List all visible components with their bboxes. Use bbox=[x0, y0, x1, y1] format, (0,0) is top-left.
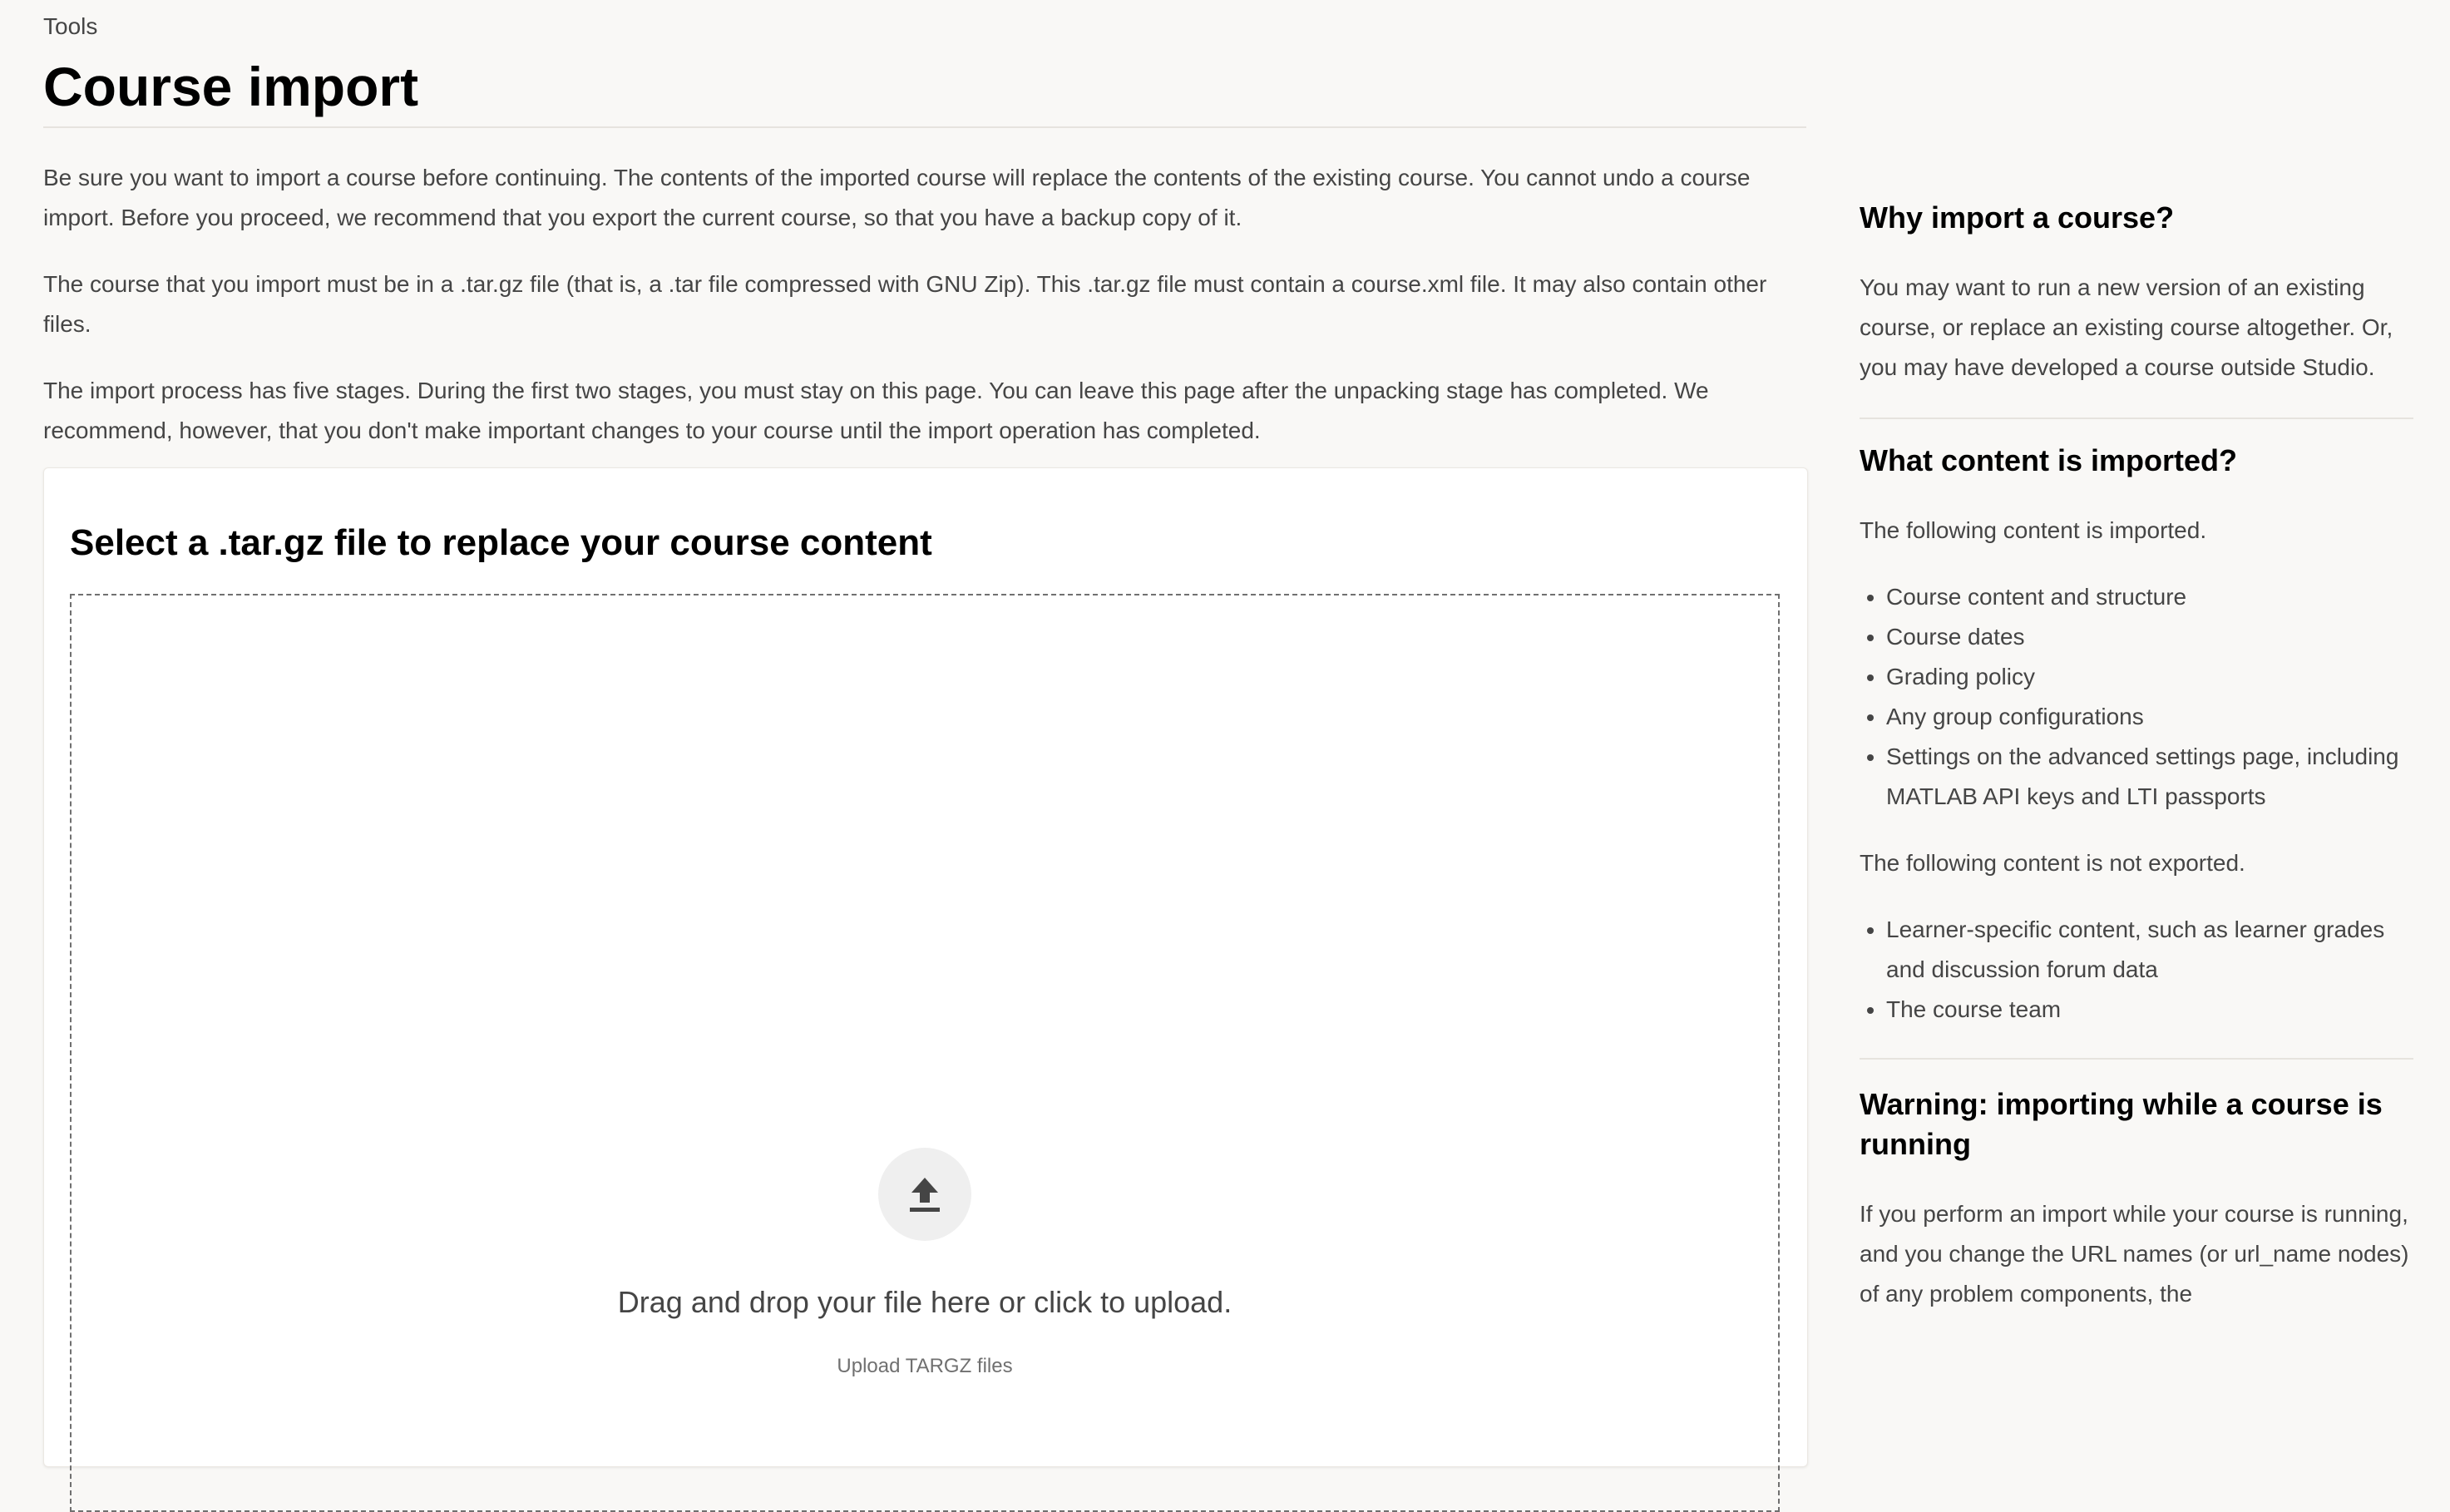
what-imported-heading: What content is imported? bbox=[1860, 443, 2237, 477]
main-content: Tools Course import Be sure you want to … bbox=[43, 0, 1808, 1512]
list-item: Course dates bbox=[1886, 617, 2413, 657]
why-import-text: You may want to run a new version of an … bbox=[1860, 274, 2393, 380]
page-title: Course import bbox=[43, 56, 419, 117]
list-item: Any group configurations bbox=[1886, 697, 2413, 737]
why-import-heading: Why import a course? bbox=[1860, 200, 2175, 235]
intro-text: Be sure you want to import a course befo… bbox=[43, 158, 1806, 451]
list-item: Course content and structure bbox=[1886, 577, 2413, 617]
imported-list: Course content and structure Course date… bbox=[1860, 577, 2413, 817]
not-exported-intro: The following content is not exported. bbox=[1860, 850, 2245, 876]
upload-card-title: Select a .tar.gz file to replace your co… bbox=[70, 522, 932, 563]
list-item: Grading policy bbox=[1886, 657, 2413, 697]
dropzone-file-type-hint: Upload TARGZ files bbox=[837, 1355, 1013, 1377]
intro-paragraph-warning: Be sure you want to import a course befo… bbox=[43, 165, 1751, 230]
list-item: The course team bbox=[1886, 990, 2413, 1030]
intro-paragraph-stages: The import process has five stages. Duri… bbox=[43, 378, 1709, 443]
dropzone-instruction: Drag and drop your file here or click to… bbox=[617, 1285, 1232, 1319]
help-sidebar: Why import a course? You may want to run… bbox=[1860, 0, 2413, 1314]
breadcrumb-tools[interactable]: Tools bbox=[43, 13, 1806, 40]
upload-button[interactable] bbox=[878, 1148, 971, 1241]
warning-heading: Warning: importing while a course is run… bbox=[1860, 1087, 2383, 1161]
title-divider bbox=[43, 126, 1806, 128]
not-exported-list: Learner-specific content, such as learne… bbox=[1860, 910, 2413, 1030]
list-item: Settings on the advanced settings page, … bbox=[1886, 737, 2413, 817]
upload-icon bbox=[910, 1178, 940, 1212]
warning-text: If you perform an import while your cour… bbox=[1860, 1201, 2409, 1307]
file-dropzone[interactable]: Drag and drop your file here or click to… bbox=[70, 594, 1780, 1512]
intro-paragraph-file-format: The course that you import must be in a … bbox=[43, 271, 1767, 337]
imported-intro: The following content is imported. bbox=[1860, 517, 2207, 543]
list-item: Learner-specific content, such as learne… bbox=[1886, 910, 2413, 990]
upload-card: Select a .tar.gz file to replace your co… bbox=[43, 467, 1808, 1512]
